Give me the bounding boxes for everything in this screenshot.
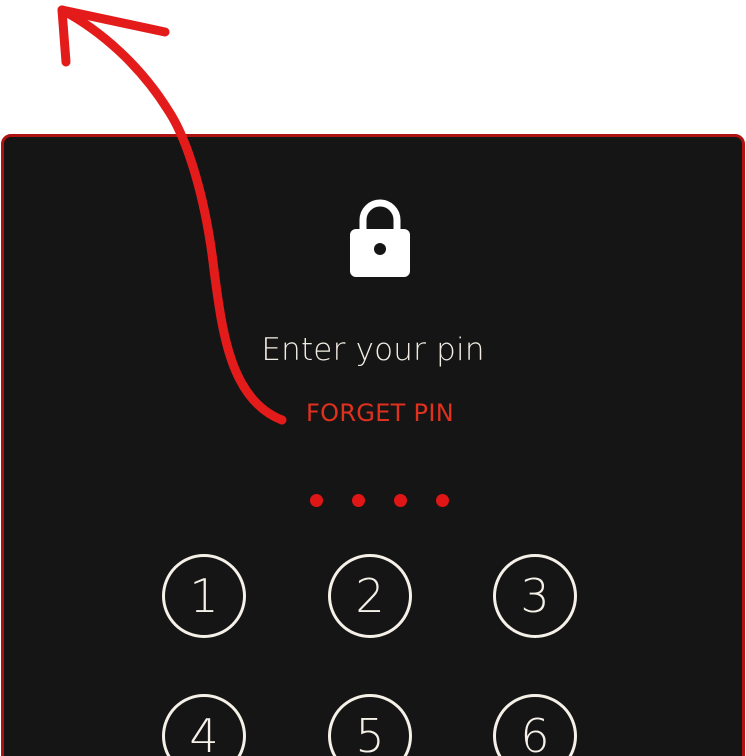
keypad-key-2[interactable]: 2 bbox=[328, 554, 412, 638]
page-title: Enter your pin bbox=[261, 332, 485, 368]
pin-dot bbox=[394, 494, 407, 507]
keypad-key-1[interactable]: 1 bbox=[162, 554, 246, 638]
lock-icon bbox=[350, 199, 410, 277]
pin-dot bbox=[352, 494, 365, 507]
pin-dot bbox=[436, 494, 449, 507]
pin-dots bbox=[310, 494, 450, 508]
forget-pin-link[interactable]: FORGET PIN bbox=[0, 399, 746, 427]
stage: Enter your pin FORGET PIN 1 2 3 4 5 6 bbox=[0, 0, 746, 756]
keypad-key-3[interactable]: 3 bbox=[493, 554, 577, 638]
pin-dot bbox=[310, 494, 323, 507]
